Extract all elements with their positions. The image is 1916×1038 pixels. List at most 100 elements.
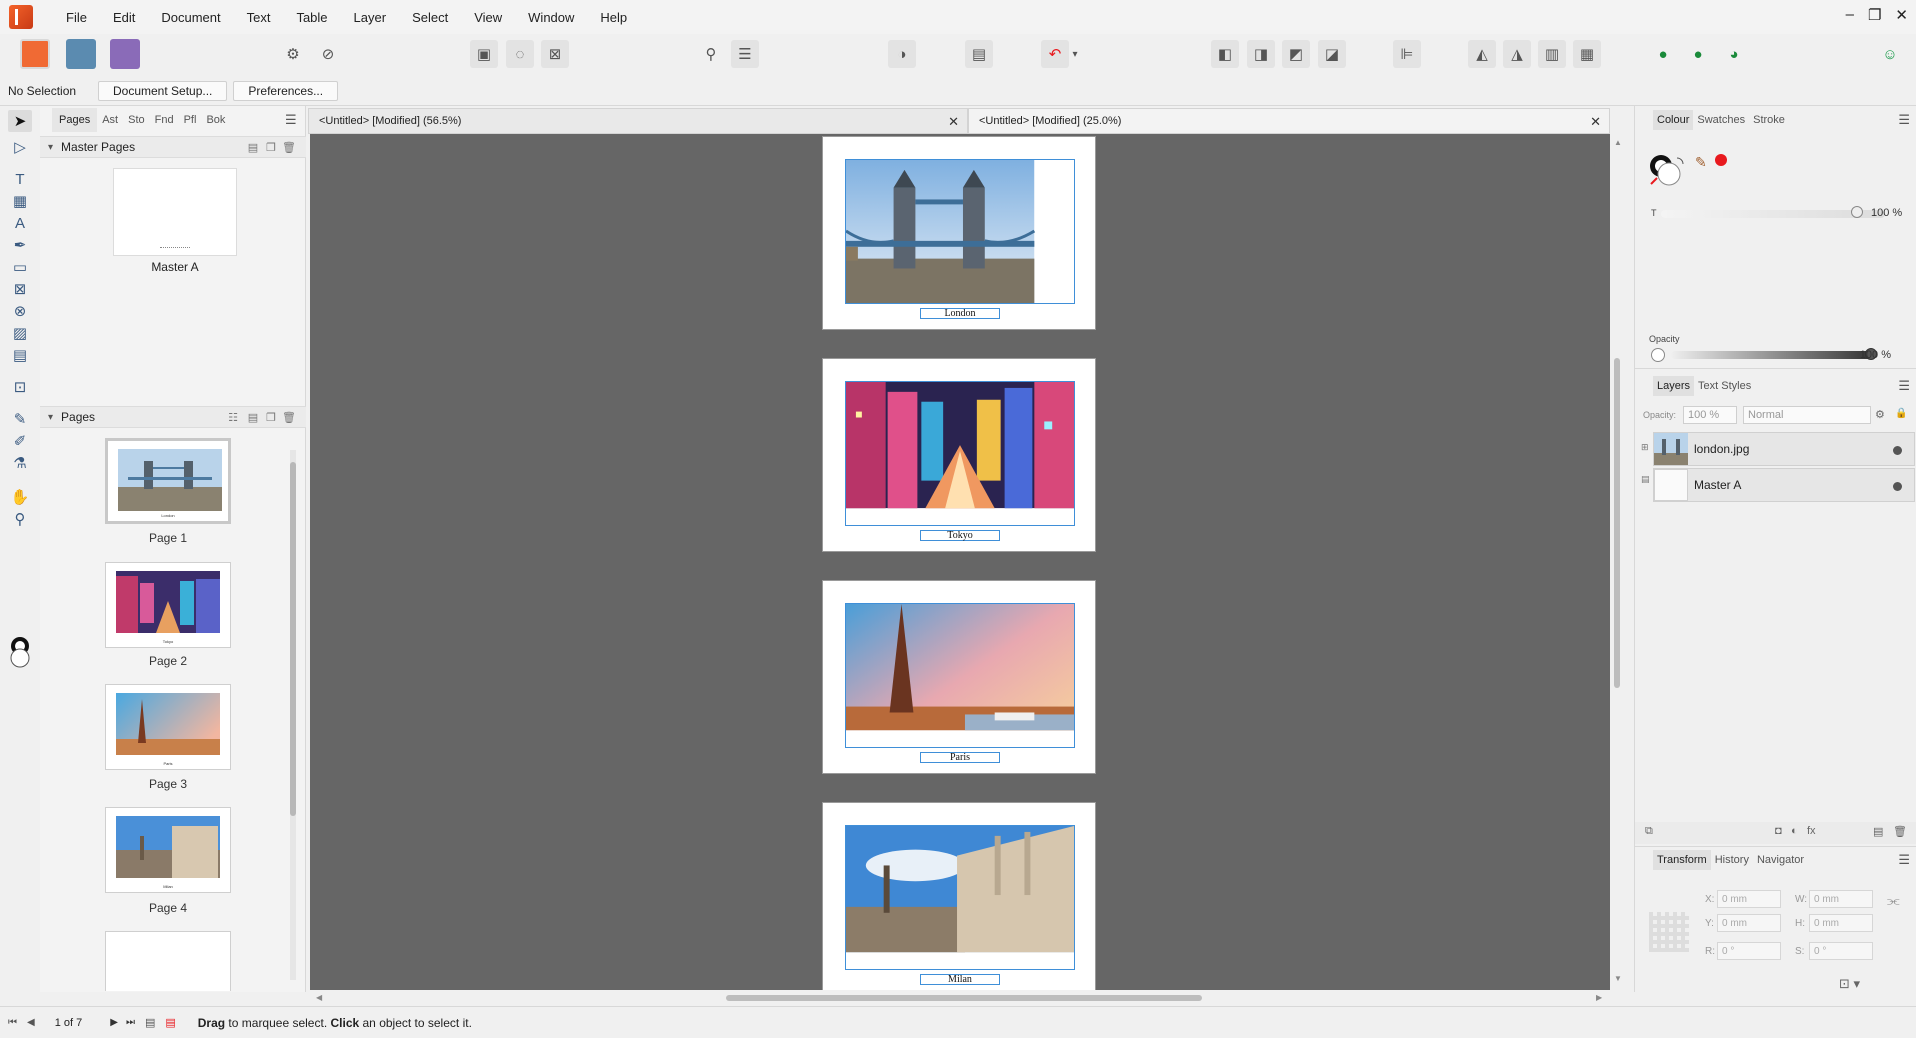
pen-tool-icon[interactable]: ✒ xyxy=(8,234,32,256)
panel-menu-icon[interactable]: ☰ xyxy=(285,112,297,128)
vertical-scroll-thumb[interactable] xyxy=(1614,358,1620,688)
menu-table[interactable]: Table xyxy=(283,10,340,25)
delete-master-icon[interactable]: 🗑 xyxy=(282,140,296,154)
doc-tab-1[interactable]: <Untitled> [Modified] (56.5%) ✕ xyxy=(308,108,968,134)
tab-swatches[interactable]: Swatches xyxy=(1693,114,1749,126)
publisher-persona-icon[interactable] xyxy=(20,39,50,69)
fill-stroke-wells-icon[interactable] xyxy=(1647,152,1691,192)
scroll-down-icon[interactable]: ▼ xyxy=(1614,974,1622,983)
colour-picker-icon[interactable]: ✎ xyxy=(1695,154,1707,171)
scroll-up-icon[interactable]: ▲ xyxy=(1614,138,1622,147)
tab-text-styles[interactable]: Text Styles xyxy=(1694,380,1755,392)
designer-persona-icon[interactable] xyxy=(110,39,140,69)
tokyo-picture-frame[interactable] xyxy=(845,381,1075,526)
pages-scroll-thumb[interactable] xyxy=(290,462,296,816)
add-layer-icon[interactable]: ▤ xyxy=(1873,825,1883,838)
rectangle-tool-icon[interactable]: ▭ xyxy=(8,256,32,278)
layer-settings-icon[interactable]: ⚙ xyxy=(1875,408,1885,421)
geometry-add-icon[interactable]: ● xyxy=(1649,40,1677,68)
layer-row-master-a[interactable]: Master A xyxy=(1653,468,1915,502)
mask-icon[interactable]: ◘ xyxy=(1775,825,1782,837)
arrange-back-icon[interactable]: ◧ xyxy=(1211,40,1239,68)
chevron-down-icon[interactable]: ▾ xyxy=(1068,40,1082,68)
add-master-icon[interactable]: ▤ xyxy=(246,140,260,154)
anchor-point-grid[interactable] xyxy=(1649,912,1689,952)
menu-document[interactable]: Document xyxy=(148,10,233,25)
menu-help[interactable]: Help xyxy=(587,10,640,25)
duplicate-master-icon[interactable]: ❐ xyxy=(264,140,278,154)
layer-row-london[interactable]: london.jpg xyxy=(1653,432,1915,466)
page-counter[interactable]: 1 of 7 xyxy=(55,1017,83,1029)
page-4-thumbnail[interactable]: Milan xyxy=(105,807,231,893)
document-setup-button[interactable]: Document Setup... xyxy=(98,80,228,101)
fx-icon[interactable]: fx xyxy=(1807,825,1816,837)
minimize-button[interactable]: – xyxy=(1846,6,1854,24)
delete-page-icon[interactable]: 🗑 xyxy=(282,410,296,424)
hyphenation-icon[interactable]: ↶ xyxy=(1041,40,1069,68)
move-tool-icon[interactable]: ➤ xyxy=(8,110,32,132)
preferences-button[interactable]: Preferences... xyxy=(233,80,339,101)
blend-mode-select[interactable]: Normal xyxy=(1743,406,1871,424)
hand-tool-icon[interactable]: ✋ xyxy=(8,486,32,508)
restore-button[interactable]: ❐ xyxy=(1868,6,1881,24)
transform-origin-icon[interactable]: ⊡ ▾ xyxy=(1839,976,1860,992)
tab-history[interactable]: History xyxy=(1711,854,1753,866)
tokyo-caption[interactable]: Tokyo xyxy=(920,530,1000,541)
tab-pages[interactable]: Pages xyxy=(52,108,98,132)
transform-panel-menu-icon[interactable]: ☰ xyxy=(1898,852,1910,868)
tab-assets[interactable]: Ast xyxy=(97,114,123,126)
canvas-vertical-scrollbar[interactable]: ▲ ▼ xyxy=(1610,134,1624,990)
tint-slider-handle[interactable] xyxy=(1851,206,1863,218)
current-colour-swatch[interactable] xyxy=(1715,154,1727,166)
arrange-backward-icon[interactable]: ◨ xyxy=(1247,40,1275,68)
master-pages-header[interactable]: ▾ Master Pages ▤ ❐ 🗑 xyxy=(40,136,306,158)
link-proportions-icon[interactable]: ⫘ xyxy=(1887,892,1900,909)
crop-tool-icon[interactable]: ⊡ xyxy=(8,376,32,398)
text-frame-icon[interactable]: ▤ xyxy=(965,40,993,68)
menu-layer[interactable]: Layer xyxy=(341,10,400,25)
menu-window[interactable]: Window xyxy=(515,10,587,25)
milan-caption[interactable]: Milan xyxy=(920,974,1000,985)
settings-gear-icon[interactable]: ⚙ xyxy=(279,40,307,68)
layers-opacity-field[interactable]: 100 % xyxy=(1683,406,1737,424)
paris-picture-frame[interactable] xyxy=(845,603,1075,748)
london-picture-frame[interactable] xyxy=(845,159,1075,304)
menu-select[interactable]: Select xyxy=(399,10,461,25)
page-5-thumbnail[interactable] xyxy=(105,931,231,991)
ellipse-frame-tool-icon[interactable]: ⊗ xyxy=(8,300,32,322)
preflight-icon[interactable]: ◑ xyxy=(888,40,916,68)
page-options-icon[interactable]: ▤ xyxy=(145,1016,155,1029)
scroll-right-icon[interactable]: ▶ xyxy=(1596,993,1602,1002)
rotate-right-icon[interactable]: ▦ xyxy=(1573,40,1601,68)
geometry-intersect-icon[interactable]: ◕ xyxy=(1720,40,1748,68)
tab-books[interactable]: Bok xyxy=(201,114,230,126)
place-image-tool-icon[interactable]: ▨ xyxy=(8,322,32,344)
page-options-icon[interactable]: ☷ xyxy=(226,410,240,424)
tab-navigator[interactable]: Navigator xyxy=(1753,854,1808,866)
photo-persona-icon[interactable] xyxy=(66,39,96,69)
y-field[interactable]: 0 mm xyxy=(1717,914,1781,932)
canvas-horizontal-scrollbar[interactable]: ◀ ▶ xyxy=(310,990,1610,1006)
opacity-min-icon[interactable] xyxy=(1651,348,1665,362)
tab-transform[interactable]: Transform xyxy=(1653,850,1711,870)
view-mode-normal-icon[interactable]: ▣ xyxy=(470,40,498,68)
view-mode-bleed-icon[interactable]: ◌ xyxy=(506,40,534,68)
tab-find[interactable]: Fnd xyxy=(150,114,179,126)
first-page-icon[interactable]: ⏮ xyxy=(8,1017,17,1028)
pages-scrollbar[interactable] xyxy=(290,450,296,980)
add-page-icon[interactable]: ▤ xyxy=(246,410,260,424)
page-3-spread[interactable]: Paris xyxy=(822,580,1096,774)
close-tab-icon[interactable]: ✕ xyxy=(948,114,959,130)
close-tab-icon[interactable]: ✕ xyxy=(1590,114,1601,130)
tab-preflight[interactable]: Pfl xyxy=(179,114,202,126)
fill-tool-icon[interactable]: ✎ xyxy=(8,408,32,430)
node-tool-icon[interactable]: ▷ xyxy=(8,136,32,158)
adjustment-icon[interactable]: ◐ xyxy=(1791,825,1798,837)
scroll-left-icon[interactable]: ◀ xyxy=(316,993,322,1002)
london-caption[interactable]: London xyxy=(920,308,1000,319)
pin-icon[interactable]: ⚲ xyxy=(697,40,725,68)
align-icon[interactable]: ⊫ xyxy=(1393,40,1421,68)
data-merge-tool-icon[interactable]: ▤ xyxy=(8,344,32,366)
menu-text[interactable]: Text xyxy=(234,10,284,25)
milan-picture-frame[interactable] xyxy=(845,825,1075,970)
